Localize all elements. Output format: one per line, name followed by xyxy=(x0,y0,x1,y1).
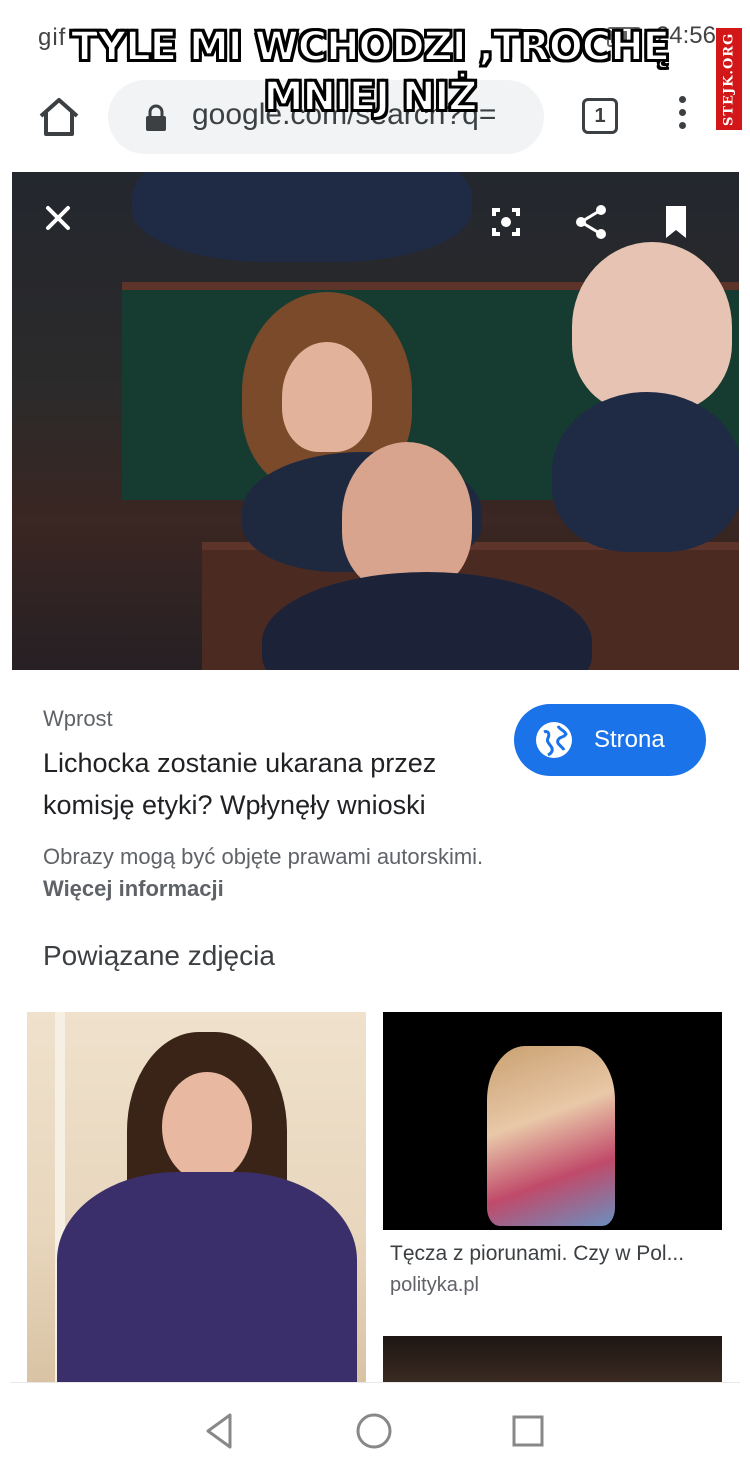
globe-icon xyxy=(536,722,572,758)
bookmark-button[interactable] xyxy=(650,196,702,248)
thumb-body xyxy=(57,1172,357,1382)
result-source: Wprost xyxy=(43,706,113,731)
lens-button[interactable] xyxy=(480,196,532,248)
copyright-notice: Obrazy mogą być objęte prawami autorskim… xyxy=(43,844,484,869)
person-top xyxy=(132,172,472,262)
related-image-thumbnail[interactable] xyxy=(383,1012,722,1230)
share-button[interactable] xyxy=(566,196,618,248)
person-right xyxy=(572,242,732,412)
related-image-domain: polityka.pl xyxy=(390,1274,479,1296)
related-image-thumbnail[interactable] xyxy=(383,1336,722,1382)
bookmark-icon xyxy=(666,206,686,238)
person-right-body xyxy=(552,392,739,552)
image-preview[interactable] xyxy=(12,172,739,670)
visit-page-label: Strona xyxy=(594,726,665,753)
related-image-caption[interactable]: Tęcza z piorunami. Czy w Pol... xyxy=(390,1242,720,1266)
person-woman-face xyxy=(282,342,372,452)
recents-icon xyxy=(512,1415,544,1447)
thumb-collage xyxy=(487,1046,615,1226)
system-nav-bar xyxy=(10,1382,740,1479)
person-front xyxy=(342,442,472,592)
back-icon xyxy=(206,1413,232,1449)
watermark-logo: STEJK.ORG xyxy=(716,28,742,130)
related-images-heading: Powiązane zdjęcia xyxy=(43,940,275,971)
visit-page-button[interactable]: Strona xyxy=(514,704,706,776)
meme-caption: TYLE MI WCHODZI ,TROCHĘ MNIEJ NIŻ xyxy=(70,23,671,121)
result-title[interactable]: Lichocka zostanie ukarana przez komisję … xyxy=(43,742,503,826)
share-icon xyxy=(576,205,606,239)
more-info-link[interactable]: Więcej informacji xyxy=(43,876,224,902)
close-icon xyxy=(46,206,70,230)
nav-back-button[interactable] xyxy=(198,1409,242,1453)
nav-recents-button[interactable] xyxy=(506,1409,550,1453)
nav-home-button[interactable] xyxy=(352,1409,396,1453)
close-button[interactable] xyxy=(32,192,84,244)
thumb-face xyxy=(162,1072,252,1182)
related-image-thumbnail[interactable] xyxy=(27,1012,366,1382)
lens-icon xyxy=(492,208,520,236)
home-circle-icon xyxy=(356,1413,392,1449)
